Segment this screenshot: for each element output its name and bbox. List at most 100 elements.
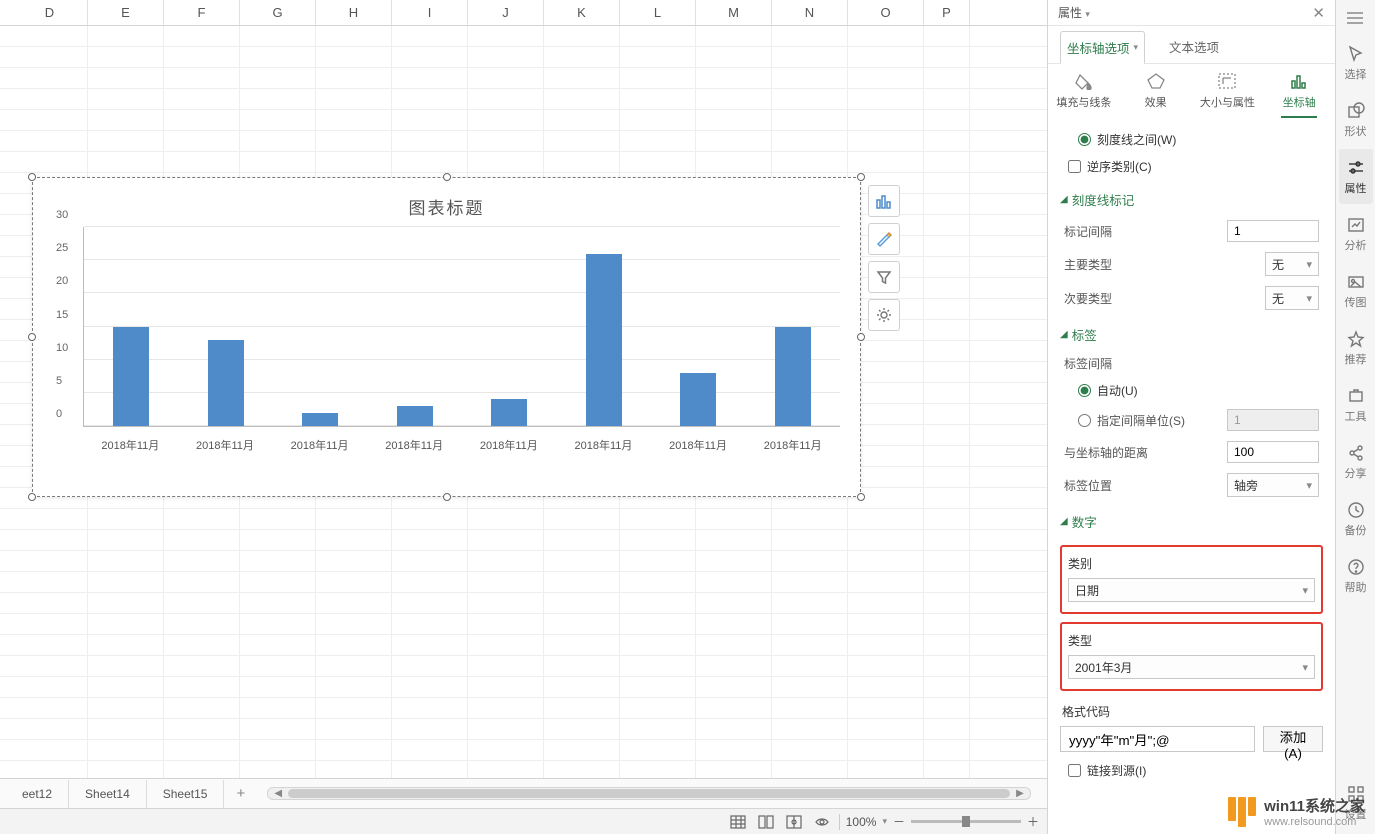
rail-properties[interactable]: 属性 — [1339, 149, 1373, 204]
section-number[interactable]: ◢数字 — [1060, 502, 1323, 537]
rail-analyze[interactable]: 分析 — [1339, 206, 1373, 261]
col-header[interactable]: P — [924, 0, 970, 25]
tab-axis-options[interactable]: 坐标轴选项▾ — [1060, 31, 1145, 64]
col-header[interactable]: N — [772, 0, 848, 25]
col-header[interactable]: G — [240, 0, 316, 25]
chart-bar[interactable] — [775, 327, 811, 427]
format-code-input[interactable] — [1060, 726, 1255, 752]
mark-interval-input[interactable] — [1227, 220, 1319, 242]
zoom-out-button[interactable]: － — [893, 813, 905, 830]
chart-title[interactable]: 图表标题 — [33, 178, 860, 227]
label-position-select[interactable]: 轴旁▾ — [1227, 473, 1319, 497]
sheet-tab[interactable]: Sheet15 — [147, 780, 225, 808]
reverse-categories-checkbox[interactable] — [1068, 160, 1081, 173]
zoom-level[interactable]: 100% — [846, 815, 877, 829]
resize-handle[interactable] — [28, 333, 36, 341]
chart-float-toolbar — [868, 185, 900, 331]
resize-handle[interactable] — [857, 333, 865, 341]
resize-handle[interactable] — [28, 493, 36, 501]
normal-view-icon[interactable] — [727, 812, 749, 832]
horizontal-scrollbar[interactable]: ◀ ▶ — [267, 787, 1031, 800]
between-ticks-radio[interactable] — [1078, 133, 1091, 146]
chart-plot[interactable]: 051015202530 — [83, 227, 840, 427]
col-header[interactable]: M — [696, 0, 772, 25]
type-highlight-box: 类型 2001年3月▾ — [1060, 622, 1323, 691]
chart-bar[interactable] — [586, 254, 622, 426]
rail-recommend[interactable]: 推荐 — [1339, 320, 1373, 375]
col-header[interactable]: K — [544, 0, 620, 25]
mark-interval-label: 标记间隔 — [1064, 223, 1112, 240]
auto-interval-label: 自动(U) — [1097, 382, 1138, 399]
close-panel-button[interactable]: ✕ — [1312, 4, 1325, 22]
col-header[interactable]: L — [620, 0, 696, 25]
resize-handle[interactable] — [443, 493, 451, 501]
chart-filter-button[interactable] — [868, 261, 900, 293]
chart-settings-button[interactable] — [868, 299, 900, 331]
rail-transfer[interactable]: 传图 — [1339, 263, 1373, 318]
rail-tools[interactable]: 工具 — [1339, 377, 1373, 432]
chart-bar[interactable] — [208, 340, 244, 426]
zoom-in-button[interactable]: ＋ — [1027, 813, 1039, 830]
reading-view-icon[interactable] — [811, 812, 833, 832]
number-type-select[interactable]: 2001年3月▾ — [1068, 655, 1315, 679]
fill-and-line-button[interactable]: 填充与线条 — [1056, 72, 1112, 118]
watermark: win11系统之家 www.relsound.com — [1228, 795, 1365, 828]
scroll-right-icon[interactable]: ▶ — [1014, 788, 1026, 799]
rail-help[interactable]: 帮助 — [1339, 548, 1373, 603]
col-header[interactable]: J — [468, 0, 544, 25]
major-type-select[interactable]: 无▾ — [1265, 252, 1319, 276]
resize-handle[interactable] — [857, 173, 865, 181]
col-header[interactable]: D — [12, 0, 88, 25]
number-category-label: 类别 — [1068, 557, 1092, 571]
rail-share[interactable]: 分享 — [1339, 434, 1373, 489]
auto-interval-radio[interactable] — [1078, 384, 1091, 397]
col-header[interactable]: I — [392, 0, 468, 25]
section-tickmarks[interactable]: ◢刻度线标记 — [1060, 180, 1323, 215]
resize-handle[interactable] — [443, 173, 451, 181]
chart-elements-button[interactable] — [868, 185, 900, 217]
add-sheet-button[interactable]: + — [224, 785, 257, 802]
chart-object[interactable]: 图表标题 051015202530 2018年11月2018年11月2018年1… — [32, 177, 861, 497]
sheet-tab[interactable]: Sheet14 — [69, 780, 147, 808]
chart-style-button[interactable] — [868, 223, 900, 255]
minor-type-select[interactable]: 无▾ — [1265, 286, 1319, 310]
page-layout-view-icon[interactable] — [755, 812, 777, 832]
link-to-source-checkbox[interactable] — [1068, 764, 1081, 777]
section-labels[interactable]: ◢标签 — [1060, 315, 1323, 350]
axis-button[interactable]: 坐标轴 — [1271, 72, 1327, 118]
axis-distance-input[interactable] — [1227, 441, 1319, 463]
zoom-slider[interactable] — [911, 820, 1021, 823]
chart-bar[interactable] — [680, 373, 716, 426]
zoom-dropdown-icon[interactable]: ▾ — [882, 816, 887, 827]
col-header[interactable]: F — [164, 0, 240, 25]
chart-bar[interactable] — [491, 399, 527, 426]
scrollbar-thumb[interactable] — [288, 789, 1010, 798]
link-to-source-label: 链接到源(I) — [1087, 762, 1146, 779]
chart-bar[interactable] — [302, 413, 338, 426]
rail-shape[interactable]: 形状 — [1339, 92, 1373, 147]
scroll-left-icon[interactable]: ◀ — [272, 788, 284, 799]
page-break-view-icon[interactable] — [783, 812, 805, 832]
rail-menu-icon[interactable] — [1347, 6, 1365, 33]
resize-handle[interactable] — [28, 173, 36, 181]
specify-interval-radio[interactable] — [1078, 414, 1091, 427]
effects-button[interactable]: 效果 — [1128, 72, 1184, 118]
chart-bar[interactable] — [397, 406, 433, 426]
grid-body[interactable]: 图表标题 051015202530 2018年11月2018年11月2018年1… — [0, 26, 1047, 778]
sheet-tab[interactable]: eet12 — [6, 780, 69, 808]
col-header[interactable]: E — [88, 0, 164, 25]
chart-bar[interactable] — [113, 327, 149, 427]
right-tool-rail: 选择 形状 属性 分析 传图 推荐 工具 分享 备份 帮助 设置 — [1335, 0, 1375, 834]
number-category-select[interactable]: 日期▾ — [1068, 578, 1315, 602]
rail-backup[interactable]: 备份 — [1339, 491, 1373, 546]
col-header[interactable]: O — [848, 0, 924, 25]
panel-title-dropdown-icon[interactable]: ▾ — [1085, 9, 1090, 19]
resize-handle[interactable] — [857, 493, 865, 501]
minor-type-label: 次要类型 — [1064, 290, 1112, 307]
add-format-button[interactable]: 添加(A) — [1263, 726, 1323, 752]
rail-select[interactable]: 选择 — [1339, 35, 1373, 90]
size-and-properties-button[interactable]: 大小与属性 — [1199, 72, 1255, 118]
col-header[interactable]: H — [316, 0, 392, 25]
specify-interval-input — [1227, 409, 1319, 431]
tab-text-options[interactable]: 文本选项 — [1163, 30, 1225, 63]
